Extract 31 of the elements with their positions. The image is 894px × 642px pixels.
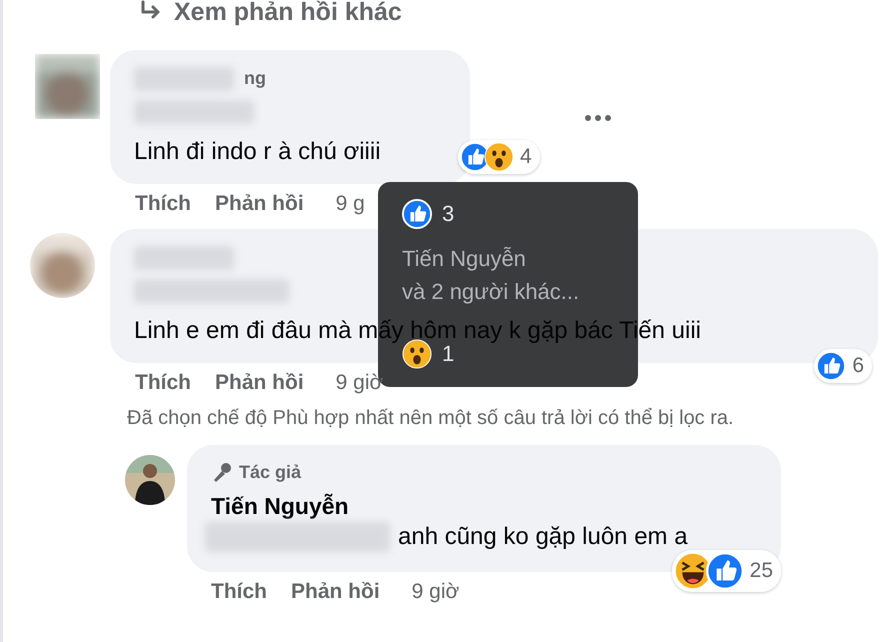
comment-action-link[interactable]: Thích — [211, 579, 267, 605]
more-options-icon[interactable] — [584, 114, 612, 122]
more-replies-label[interactable]: Xem phản hồi khác — [174, 0, 402, 26]
reactor-name: và 2 người khác... — [402, 278, 580, 306]
like-icon — [706, 552, 744, 590]
comment-action-link[interactable]: Thích — [135, 370, 191, 396]
reaction-count: 1 — [442, 341, 454, 367]
timestamp[interactable]: 9 g — [336, 191, 365, 217]
reaction-summary[interactable]: 4 — [458, 140, 540, 174]
comment-text: Linh đi indo r à chú ơiiii — [134, 140, 382, 164]
wow-emoji-icon — [402, 339, 432, 369]
author-label: Tác giả — [239, 462, 302, 482]
reaction-summary[interactable]: 25 — [672, 550, 781, 592]
filter-notice: Đã chọn chế độ Phù hợp nhất nên một số câu trả lời có thể bị lọc ra. — [127, 406, 735, 430]
author-name[interactable]: Tiến Nguyễn — [211, 493, 757, 520]
more-replies-link[interactable]: Xem phản hồi khác — [138, 0, 894, 30]
comment-text: anh cũng ko gặp luôn em a — [398, 525, 688, 549]
comment-action-link[interactable]: Phản hồi — [291, 579, 380, 605]
comment-action-link[interactable]: Phản hồi — [215, 191, 304, 217]
reaction-count: 3 — [442, 201, 454, 227]
author-name: ng — [244, 68, 266, 89]
reactor-name: Tiến Nguyễn — [402, 245, 527, 273]
microphone-icon — [211, 461, 233, 483]
timestamp[interactable]: 9 giờ — [336, 370, 384, 396]
wow-emoji-icon — [484, 142, 514, 172]
reaction-summary[interactable]: 6 — [814, 349, 872, 383]
timestamp[interactable]: 9 giờ — [412, 579, 460, 605]
like-icon — [816, 351, 846, 381]
like-icon — [402, 199, 432, 229]
comment-action-link[interactable]: Phản hồi — [215, 370, 304, 396]
comment-action-link[interactable]: Thích — [135, 191, 191, 217]
